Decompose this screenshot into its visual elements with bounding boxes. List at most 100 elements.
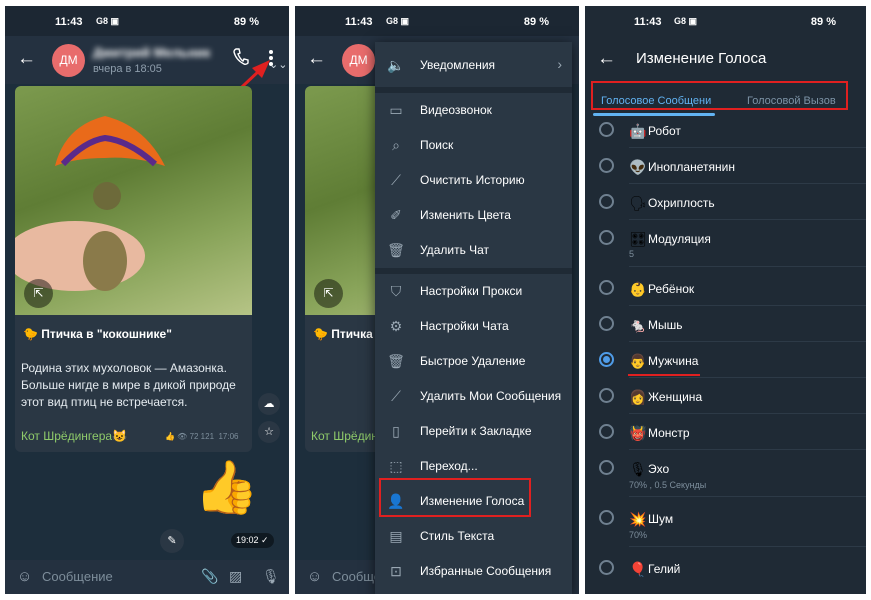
speaker-icon: 🔈 [387, 57, 405, 73]
gift-icon[interactable]: ▨ [229, 568, 242, 585]
channel-post[interactable]: ⇱ 🐤 Птичка в "кокошнике" Родина этих мух… [15, 86, 252, 452]
radio-button[interactable] [599, 388, 614, 403]
page-title: Изменение Голоса [636, 50, 767, 67]
menu-item-delete-my-messages[interactable]: ⟋ Удалить Мои Сообщения [375, 379, 572, 414]
trash-icon: 🗑 [387, 242, 405, 258]
notification-icons: G8 ▣ [96, 16, 120, 26]
status-bar: 11:43 G8 ▣ 89 % [5, 6, 289, 36]
last-seen: вчера в 18:05 [93, 63, 162, 75]
highlight-box [379, 478, 531, 517]
attach-icon[interactable]: 📎 [201, 568, 218, 585]
post-text: Родина этих мухоловок — Амазонка. Больше… [21, 361, 236, 409]
post-title: 🐤 Птичка в "кокошнике" [23, 327, 172, 341]
text-style-icon: ▤ [389, 528, 403, 544]
menu-item-go-to-bookmark[interactable]: ▯ Перейти к Закладке [375, 414, 572, 449]
search-icon: ⌕ [392, 137, 400, 153]
speaking-head-icon: 🗣 [629, 195, 647, 211]
back-arrow-icon[interactable]: ← [17, 49, 36, 69]
menu-item-favorite-messages[interactable]: ⊡ Избранные Сообщения [375, 554, 572, 589]
brush-icon: ✐ [390, 207, 402, 223]
menu-item-chat-settings[interactable]: ⚙ Настройки Чата [375, 309, 572, 344]
radio-button[interactable] [599, 194, 614, 209]
chat-menu-screen: 11:43 G8 ▣ 89 % ← ДМ ⇱ 🐤 Птичка в "кокош… [295, 6, 579, 594]
voice-change-screen: 11:43 G8 ▣ 89 % ← Изменение Голоса Голос… [585, 6, 866, 594]
radio-button[interactable] [599, 510, 614, 525]
broom-icon: ⟋ [391, 172, 401, 188]
status-time: 11:43 [55, 16, 83, 28]
post-author[interactable]: Кот Шрёдингера😺 [21, 429, 127, 443]
menu-item-clear-history[interactable]: ⟋ Очистить Историю [375, 163, 572, 198]
star-icon[interactable]: ☆ [258, 421, 280, 443]
mouse-icon: 🐁 [629, 317, 647, 333]
voice-header: ← Изменение Голоса [585, 36, 866, 86]
video-icon: ▭ [389, 102, 403, 118]
menu-item-proxy-settings[interactable]: ⛉ Настройки Прокси [375, 274, 572, 309]
gear-icon: ⚙ [389, 318, 403, 334]
radio-button[interactable] [599, 560, 614, 575]
menu-item-search[interactable]: ⌕ Поиск [375, 128, 572, 163]
menu-item-text-style[interactable]: ▤ Стиль Текста [375, 519, 572, 554]
radio-button[interactable] [599, 460, 614, 475]
ogre-icon: 👹 [629, 425, 647, 441]
robot-icon: 🤖 [629, 123, 647, 139]
radio-button[interactable] [599, 230, 614, 245]
man-icon: 👨 [629, 353, 647, 369]
message-input[interactable]: Сообщение [42, 569, 113, 584]
radio-button[interactable] [599, 316, 614, 331]
emoji-icon[interactable]: ☺ [17, 568, 32, 585]
microphone-icon[interactable]: 🎙 [262, 568, 280, 585]
status-time: 11:43 [345, 16, 373, 28]
message-composer: ☺ Сообщение 📎 ▨ 🎙 [5, 560, 289, 594]
radio-button[interactable] [599, 122, 614, 137]
status-bar: 11:43 G8 ▣ 89 % [585, 6, 866, 36]
share-icon[interactable]: ⇱ [24, 279, 53, 308]
edit-pencil-icon[interactable]: ✎ [160, 529, 184, 553]
microphone-icon: 🎙 [629, 461, 647, 477]
battery-level: 89 % [523, 16, 549, 28]
avatar[interactable]: ДМ [52, 44, 85, 77]
highlight-box [591, 81, 848, 110]
trash-icon: 🗑 [387, 353, 405, 369]
sticker-time: 19:02 ✓ [231, 533, 274, 548]
menu-item-delete-chat[interactable]: 🗑 Удалить Чат [375, 233, 572, 268]
battery-level: 89 % [810, 16, 836, 28]
jump-icon: ⬚ [389, 458, 403, 474]
control-knobs-icon: 🎛 [629, 231, 647, 247]
emoji-icon[interactable]: ☺ [307, 568, 322, 585]
post-views: 72 121 [189, 432, 215, 441]
radio-button[interactable] [599, 158, 614, 173]
chevron-right-icon: › [557, 56, 562, 72]
notification-icons: G8 ▣ [674, 16, 698, 26]
menu-item-change-colors[interactable]: ✐ Изменить Цвета [375, 198, 572, 233]
back-arrow-icon[interactable]: ← [307, 49, 326, 69]
cloud-icon[interactable]: ☁ [258, 393, 280, 415]
radio-button[interactable] [599, 280, 614, 295]
baby-icon: 👶 [629, 281, 647, 297]
shield-icon: ⛉ [390, 283, 402, 299]
share-icon[interactable]: ⇱ [314, 279, 343, 308]
menu-item-notifications[interactable]: 🔈 Уведомления › [375, 48, 572, 83]
status-time: 11:43 [634, 16, 662, 28]
battery-level: 89 % [233, 16, 259, 28]
thumbs-up-sticker[interactable]: 👍 [194, 458, 259, 518]
bookmark-icon: ▯ [392, 423, 400, 439]
notification-icons: G8 ▣ [386, 16, 410, 26]
back-arrow-icon[interactable]: ← [597, 49, 616, 69]
balloon-icon: 🎈 [629, 561, 647, 577]
collision-icon: 💥 [629, 511, 647, 527]
red-underline-annotation [628, 374, 700, 376]
broom-icon: ⟋ [391, 388, 401, 404]
status-bar: 11:43 G8 ▣ 89 % [295, 6, 579, 36]
favorites-icon: ⊡ [390, 563, 402, 579]
post-time: 17:06 [218, 432, 239, 441]
bird-photo[interactable] [15, 86, 252, 315]
menu-item-quick-delete[interactable]: 🗑 Быстрое Удаление [375, 344, 572, 379]
radio-button[interactable] [599, 424, 614, 439]
avatar[interactable]: ДМ [342, 44, 375, 77]
menu-item-video-call[interactable]: ▭ Видеозвонок [375, 93, 572, 128]
chat-screen: 11:43 G8 ▣ 89 % ← ДМ Дмитрий Мельник вче… [5, 6, 289, 594]
voice-effect-list: 🤖 Робот 👽 Инопланетянин 🗣 Охриплость 🎛 М… [585, 116, 866, 594]
woman-icon: 👩 [629, 389, 647, 405]
radio-button-checked[interactable] [599, 352, 614, 367]
alien-icon: 👽 [629, 159, 647, 175]
